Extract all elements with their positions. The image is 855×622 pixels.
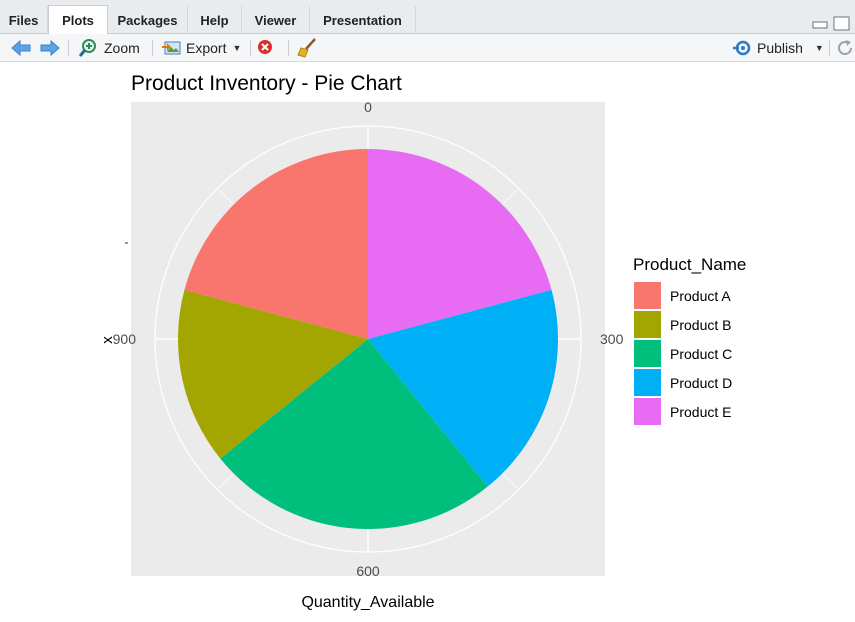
publish-menu-button[interactable]: Publish ▼ <box>733 37 824 59</box>
y-axis-label: x <box>99 336 116 344</box>
legend-swatch <box>634 311 661 338</box>
angle-tick-label: 0 <box>364 99 372 115</box>
plot-viewer: Product Inventory - Pie Chart 0 300 600 900… <box>0 62 855 617</box>
legend-label: Product A <box>670 288 731 304</box>
tab-label: Plots <box>62 12 94 28</box>
maximize-pane-icon[interactable] <box>833 16 851 32</box>
zoom-magnifier-icon <box>78 39 96 57</box>
legend-label: Product B <box>670 317 731 333</box>
legend-swatch <box>634 340 661 367</box>
chevron-down-icon: ▼ <box>814 43 824 53</box>
broom-clear-all-icon[interactable] <box>297 37 319 59</box>
zoom-button[interactable]: Zoom <box>78 37 140 59</box>
zoom-label: Zoom <box>104 40 140 56</box>
legend-swatch <box>634 398 661 425</box>
pie-slices <box>178 149 558 529</box>
angle-tick-label: 600 <box>356 563 380 579</box>
chart-title: Product Inventory - Pie Chart <box>131 72 402 95</box>
x-axis-label: Quantity_Available <box>301 594 434 611</box>
tab-help[interactable]: Help <box>188 6 242 34</box>
tab-packages[interactable]: Packages <box>108 6 188 34</box>
angle-tick-label: 300 <box>600 331 624 347</box>
refresh-icon[interactable] <box>836 38 855 58</box>
legend-label: Product E <box>670 404 731 420</box>
angle-tick-label: 900 <box>113 331 137 347</box>
toolbar-divider <box>288 40 289 56</box>
toolbar-divider <box>250 40 251 56</box>
tab-viewer[interactable]: Viewer <box>242 6 310 34</box>
tab-plots[interactable]: Plots <box>48 5 108 35</box>
export-image-icon <box>162 41 181 55</box>
forward-arrow-icon[interactable] <box>39 39 61 57</box>
publish-icon <box>733 40 751 56</box>
toolbar-divider <box>829 40 830 56</box>
legend-label: Product C <box>670 346 732 362</box>
chevron-down-icon: ▼ <box>232 43 242 53</box>
tab-label: Viewer <box>254 12 297 28</box>
export-menu-button[interactable]: Export ▼ <box>162 37 241 59</box>
tab-label: Help <box>200 12 229 28</box>
remove-plot-icon[interactable] <box>257 39 277 57</box>
plots-toolbar: Zoom Export ▼ Publish ▼ <box>0 34 855 62</box>
tab-files[interactable]: Files <box>0 6 48 34</box>
tab-presentation[interactable]: Presentation <box>310 6 416 34</box>
legend-swatch <box>634 369 661 396</box>
pie-chart: Product Inventory - Pie Chart 0 300 600 900… <box>99 72 746 611</box>
tab-label: Presentation <box>323 12 402 28</box>
back-arrow-icon[interactable] <box>10 39 32 57</box>
tab-label: Files <box>8 12 39 28</box>
publish-label: Publish <box>757 40 803 56</box>
legend-title: Product_Name <box>633 255 746 274</box>
export-label: Export <box>186 40 227 56</box>
toolbar-divider <box>152 40 153 56</box>
legend-swatch <box>634 282 661 309</box>
toolbar-divider <box>68 40 69 56</box>
legend-label: Product D <box>670 375 732 391</box>
tab-label: Packages <box>117 12 178 28</box>
minimize-pane-icon[interactable] <box>812 16 828 30</box>
legend: Product A Product B Product C Product D Prod… <box>634 282 732 425</box>
pane-tab-bar: Files Plots Packages Help Viewer Present… <box>0 0 855 35</box>
